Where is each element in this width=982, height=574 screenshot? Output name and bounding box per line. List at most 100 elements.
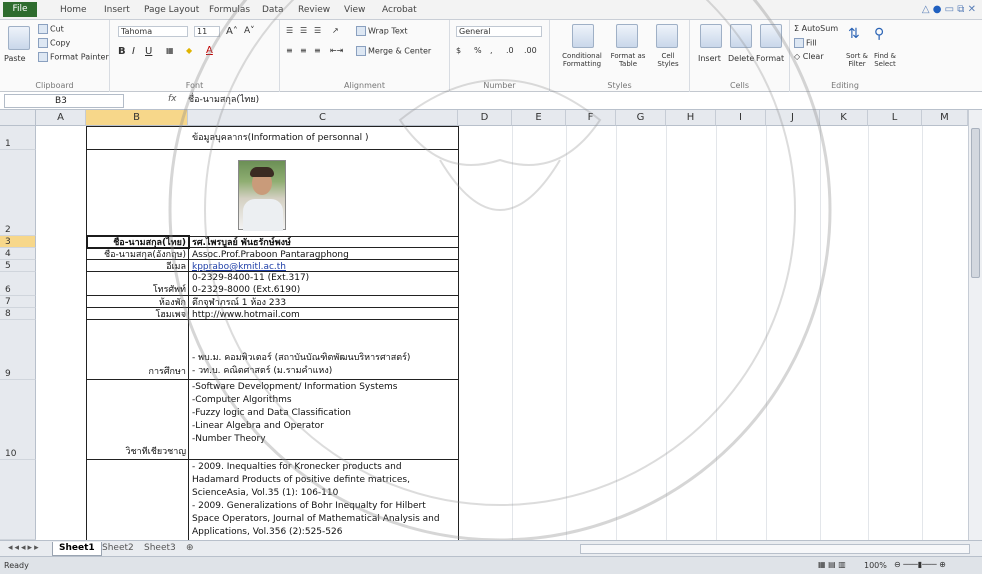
delete-cells-button[interactable]: Delete xyxy=(728,54,754,63)
row-header-7[interactable]: 7 xyxy=(0,296,36,308)
italic-button[interactable]: I xyxy=(132,46,135,57)
bold-button[interactable]: B xyxy=(118,46,126,57)
currency-icon[interactable]: $ xyxy=(456,46,461,55)
align-top-icon[interactable]: ☰ xyxy=(286,26,293,35)
vertical-scrollbar[interactable] xyxy=(968,110,982,540)
row-header-10[interactable]: 10 xyxy=(0,380,36,460)
help-icon[interactable]: ● xyxy=(933,4,942,15)
fill-color-icon[interactable]: ◆ xyxy=(186,46,192,55)
row-header-1[interactable]: 1 xyxy=(0,126,36,150)
column-header-b[interactable]: B xyxy=(86,110,188,126)
row-header-3[interactable]: 3 xyxy=(0,236,36,248)
select-all-corner[interactable] xyxy=(0,110,36,126)
formula-input[interactable]: ชื่อ-นามสกุล(ไทย) xyxy=(188,94,968,108)
align-left-icon[interactable]: ≡ xyxy=(286,46,293,55)
row-header-5[interactable]: 5 xyxy=(0,260,36,272)
format-cells-button[interactable]: Format xyxy=(756,54,784,63)
name-box[interactable]: B3 xyxy=(4,94,124,108)
column-header-i[interactable]: I xyxy=(716,110,766,126)
minimize-icon[interactable]: ▭ xyxy=(945,4,954,15)
orientation-icon[interactable]: ↗ xyxy=(332,26,339,35)
tab-page-layout[interactable]: Page Layout xyxy=(140,3,203,19)
tab-home[interactable]: Home xyxy=(56,3,91,19)
clear-button[interactable]: ◇ Clear xyxy=(794,52,824,61)
binoculars-icon[interactable]: ⚲ xyxy=(874,26,884,42)
insert-function-button[interactable]: fx xyxy=(168,94,177,104)
borders-icon[interactable]: ▦ xyxy=(166,46,174,55)
sheet-tab-1[interactable]: Sheet1 xyxy=(52,542,102,556)
column-header-m[interactable]: M xyxy=(922,110,968,126)
wrap-text-button[interactable]: Wrap Text xyxy=(356,26,408,36)
column-header-j[interactable]: J xyxy=(766,110,820,126)
worksheet-grid[interactable]: A B C D E F G H I J K L M 1 2 3 4 5 6 7 … xyxy=(0,110,968,540)
window-controls[interactable]: △ ● ▭ ⧉ ✕ xyxy=(922,4,976,15)
align-bottom-icon[interactable]: ☰ xyxy=(314,26,321,35)
tab-file[interactable]: File xyxy=(3,2,37,17)
percent-button[interactable]: % xyxy=(474,46,482,55)
column-header-a[interactable]: A xyxy=(36,110,86,126)
fill-button[interactable]: Fill xyxy=(794,38,817,48)
align-right-icon[interactable]: ≡ xyxy=(314,46,321,55)
minimize-ribbon-icon[interactable]: △ xyxy=(922,4,930,15)
tab-formulas[interactable]: Formulas xyxy=(205,3,254,19)
align-middle-icon[interactable]: ☰ xyxy=(300,26,307,35)
tab-acrobat[interactable]: Acrobat xyxy=(378,3,421,19)
format-cells-icon[interactable] xyxy=(760,24,782,48)
format-as-table-button[interactable]: Format as Table xyxy=(608,52,648,68)
tab-review[interactable]: Review xyxy=(294,3,334,19)
view-buttons[interactable]: ▦ ▤ ▥ xyxy=(818,560,846,569)
restore-icon[interactable]: ⧉ xyxy=(957,4,964,15)
font-color-icon[interactable]: A xyxy=(206,45,213,56)
insert-cells-button[interactable]: Insert xyxy=(698,54,721,63)
row-header-4[interactable]: 4 xyxy=(0,248,36,260)
conditional-formatting-button[interactable]: Conditional Formatting xyxy=(552,52,612,68)
delete-cells-icon[interactable] xyxy=(730,24,752,48)
paste-icon[interactable] xyxy=(8,26,30,50)
font-size-select[interactable]: 11 xyxy=(194,26,220,37)
paste-button[interactable]: Paste xyxy=(4,54,26,63)
row-header-9[interactable]: 9 xyxy=(0,320,36,380)
insert-cells-icon[interactable] xyxy=(700,24,722,48)
shrink-font-icon[interactable]: A˅ xyxy=(244,26,255,36)
column-header-c[interactable]: C xyxy=(188,110,458,126)
align-center-icon[interactable]: ≡ xyxy=(300,46,307,55)
increase-decimal-icon[interactable]: .0 xyxy=(506,46,514,55)
underline-button[interactable]: U xyxy=(145,46,152,57)
sheet-nav-arrows[interactable]: ◂◂◂▸▸ xyxy=(2,542,47,556)
zoom-slider[interactable]: ⊖ ───▮─── ⊕ xyxy=(894,560,946,569)
copy-button[interactable]: Copy xyxy=(38,38,70,48)
grow-font-icon[interactable]: A˄ xyxy=(226,26,238,37)
column-header-f[interactable]: F xyxy=(566,110,616,126)
close-icon[interactable]: ✕ xyxy=(968,4,976,15)
format-painter-button[interactable]: Format Painter xyxy=(38,52,109,62)
sort-filter-button[interactable]: Sort & Filter xyxy=(842,52,872,68)
sheet-tab-2[interactable]: Sheet2 xyxy=(96,542,140,556)
vertical-scroll-thumb[interactable] xyxy=(971,128,980,278)
indent-icon[interactable]: ⇤⇥ xyxy=(330,46,343,55)
cell-styles-icon[interactable] xyxy=(656,24,678,48)
conditional-formatting-icon[interactable] xyxy=(572,24,594,48)
column-header-l[interactable]: L xyxy=(868,110,922,126)
comma-icon[interactable]: , xyxy=(490,46,493,55)
cell-styles-button[interactable]: Cell Styles xyxy=(650,52,686,68)
decrease-decimal-icon[interactable]: .00 xyxy=(524,46,537,55)
row-header-8[interactable]: 8 xyxy=(0,308,36,320)
sheet-tab-3[interactable]: Sheet3 xyxy=(138,542,182,556)
format-as-table-icon[interactable] xyxy=(616,24,638,48)
sort-filter-icon[interactable]: ⇅ xyxy=(848,26,860,42)
insert-sheet-icon[interactable]: ⊕ xyxy=(180,542,200,556)
find-select-button[interactable]: Find & Select xyxy=(870,52,900,68)
number-format-select[interactable]: General xyxy=(456,26,542,37)
autosum-button[interactable]: Σ AutoSum xyxy=(794,24,838,33)
column-header-g[interactable]: G xyxy=(616,110,666,126)
cut-button[interactable]: Cut xyxy=(38,24,64,34)
column-header-h[interactable]: H xyxy=(666,110,716,126)
column-header-e[interactable]: E xyxy=(512,110,566,126)
tab-insert[interactable]: Insert xyxy=(100,3,134,19)
tab-view[interactable]: View xyxy=(340,3,369,19)
horizontal-scrollbar[interactable] xyxy=(580,544,970,554)
row-header-11[interactable] xyxy=(0,460,36,540)
zoom-level[interactable]: 100% xyxy=(864,561,887,570)
tab-data[interactable]: Data xyxy=(258,3,288,19)
row-header-6[interactable]: 6 xyxy=(0,272,36,296)
